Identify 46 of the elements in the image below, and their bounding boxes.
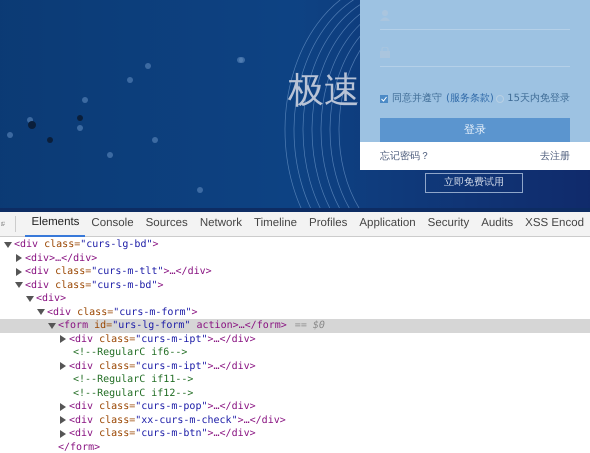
- html-tag-line[interactable]: <div class="curs-m-btn">…</div>: [69, 426, 256, 442]
- devtools-tab[interactable]: Sources: [140, 212, 194, 236]
- hero-title: 极速: [288, 70, 360, 111]
- expanded-triangle-icon[interactable]: [4, 240, 12, 249]
- devtools-tab[interactable]: Security: [422, 212, 476, 236]
- devtools-tab[interactable]: Network: [194, 212, 248, 236]
- html-tag-line[interactable]: <div class="curs-m-pop">…</div>: [69, 399, 256, 414]
- html-tag-line[interactable]: <div class="curs-lg-bd">: [14, 237, 159, 252]
- agree-label: 同意并遵守: [392, 92, 442, 106]
- expanded-triangle-icon[interactable]: [48, 322, 56, 330]
- collapsed-triangle-icon[interactable]: [15, 254, 23, 262]
- devtools-tab[interactable]: Profiles: [303, 212, 354, 236]
- devtools-tab[interactable]: Console: [85, 212, 140, 236]
- collapsed-triangle-icon[interactable]: [59, 416, 67, 424]
- free-trial-button[interactable]: 立即免费试用: [425, 172, 523, 192]
- auto-login-label: 15天内免登录: [507, 92, 570, 106]
- selected-node-marker: == $0: [294, 319, 325, 334]
- collapsed-triangle-icon[interactable]: [15, 268, 23, 276]
- forgot-password-link[interactable]: 忘记密码？: [380, 148, 430, 164]
- html-tag-line[interactable]: <div class="curs-m-form">: [47, 304, 198, 320]
- expanded-triangle-icon[interactable]: [37, 308, 45, 316]
- collapsed-triangle-icon[interactable]: [59, 335, 67, 344]
- html-tag-line[interactable]: <div class="curs-m-ipt">…</div>: [69, 358, 256, 374]
- html-comment[interactable]: <!--RegularC if6-->: [69, 345, 188, 360]
- html-tag-line[interactable]: <div class="curs-m-bd">: [25, 278, 164, 293]
- collapsed-triangle-icon[interactable]: [59, 362, 67, 370]
- html-comment[interactable]: <!--RegularC if12-->: [69, 386, 194, 401]
- html-tag-line[interactable]: <div>…</div>: [25, 250, 98, 266]
- expanded-triangle-icon[interactable]: [15, 281, 23, 290]
- html-comment[interactable]: <!--RegularC if11-->: [69, 372, 194, 388]
- devtools-tab[interactable]: Application: [353, 212, 422, 236]
- register-link[interactable]: 去注册: [540, 148, 570, 164]
- devtools-tab[interactable]: Timeline: [248, 212, 304, 236]
- agree-checkbox[interactable]: [380, 94, 388, 103]
- html-tag-line[interactable]: <form id="urs-lg-form" action>…</form>: [58, 318, 287, 334]
- devtools-tab[interactable]: XSS Encod: [519, 212, 590, 236]
- collapsed-triangle-icon[interactable]: [59, 402, 67, 411]
- html-tag-line[interactable]: <div class="curs-m-tlt">…</div>: [25, 264, 212, 280]
- collapsed-triangle-icon[interactable]: [59, 430, 67, 438]
- expanded-triangle-icon[interactable]: [26, 294, 34, 303]
- devtools-tab[interactable]: Audits: [475, 212, 520, 236]
- html-tag-line[interactable]: <div class="xx-curs-m-check">…</div>: [69, 412, 286, 428]
- html-tag-line[interactable]: </form>: [58, 440, 100, 453]
- auto-login-checkbox[interactable]: [496, 94, 504, 103]
- html-tag-line[interactable]: <div class="curs-m-ipt">…</div>: [69, 332, 256, 347]
- html-tag-line[interactable]: <div>: [36, 291, 66, 306]
